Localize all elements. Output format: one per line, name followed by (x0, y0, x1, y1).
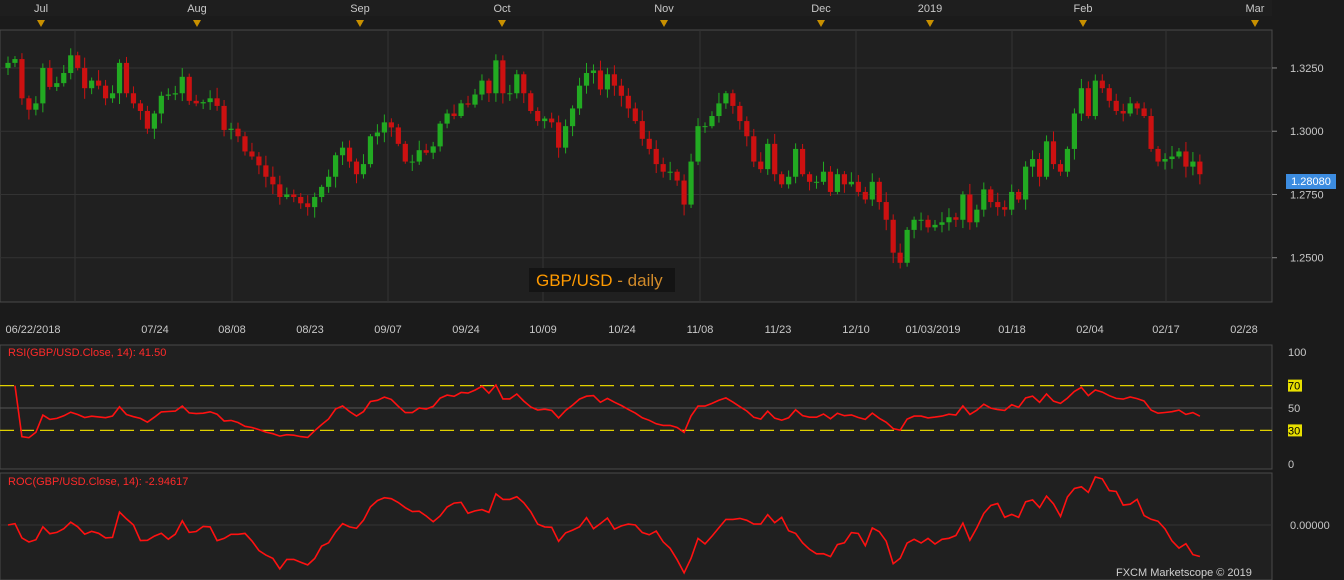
svg-text:GBP/USD - da: GBP/USD - daily (536, 271, 663, 290)
month-label: Feb (1074, 3, 1093, 15)
date-label: 11/08 (687, 324, 714, 336)
candle (1043, 135, 1050, 180)
month-label: Nov (654, 3, 674, 15)
month-label: 2019 (918, 3, 942, 15)
candle (402, 141, 408, 164)
candle (186, 73, 192, 105)
price-tick-label: 1.3000 (1290, 126, 1324, 138)
date-label: 02/04 (1076, 324, 1104, 336)
roc-panel[interactable]: ROC(GBP/USD.Close, 14): -2.94617 0.00000 (0, 472, 1330, 580)
date-label: 12/10 (842, 324, 870, 336)
roc-tick-zero: 0.00000 (1290, 520, 1330, 532)
candle (904, 227, 910, 267)
price-tick-label: 1.2500 (1290, 253, 1324, 265)
month-label: Aug (187, 3, 207, 15)
roc-label: ROC(GBP/USD.Close, 14): -2.94617 (8, 476, 188, 488)
candle (688, 153, 694, 208)
price-tick-label: 1.3250 (1290, 63, 1324, 75)
title-symbol: GBP/USD (536, 271, 613, 290)
rsi-panel-frame (0, 344, 1273, 470)
chart-title: GBP/USD - daily (529, 268, 675, 292)
title-dash: - (617, 271, 627, 290)
month-label: Dec (811, 3, 831, 15)
date-label: 09/24 (452, 324, 480, 336)
rsi-tick-label: 30 (1288, 425, 1300, 437)
rsi-panel[interactable]: RSI(GBP/USD.Close, 14): 41.50 100 70 50 30 0 (0, 344, 1306, 471)
rsi-label: RSI(GBP/USD.Close, 14): 41.50 (8, 347, 166, 359)
month-label: Mar (1246, 3, 1265, 15)
last-price-marker: 1.28080 (1286, 174, 1336, 189)
date-label: 06/22/2018 (5, 324, 60, 336)
watermark: FXCM Marketscope © 2019 (1116, 567, 1252, 579)
date-label: 11/23 (765, 324, 792, 336)
rsi-tick-label: 50 (1288, 403, 1300, 415)
candle (19, 53, 25, 105)
price-tick-label: 1.2750 (1290, 189, 1324, 201)
date-label: 08/23 (296, 324, 324, 336)
month-label: Sep (350, 3, 370, 15)
date-label: 09/07 (374, 324, 402, 336)
month-label: Jul (34, 3, 48, 15)
price-panel-frame (0, 29, 1273, 303)
price-panel[interactable]: 1.3250 1.3000 1.2750 1.2500 1.28080 GBP/USD… (0, 29, 1336, 303)
date-label: 08/08 (218, 324, 246, 336)
date-label: 02/28 (1230, 324, 1258, 336)
candle (528, 90, 534, 114)
month-label: Oct (493, 3, 510, 15)
date-label: 01/18 (998, 324, 1026, 336)
title-period: daily (628, 271, 663, 290)
date-label: 10/24 (608, 324, 636, 336)
date-label: 10/09 (529, 324, 557, 336)
rsi-tick-label: 70 (1288, 381, 1300, 393)
fxcm-chart[interactable]: Jul Aug Sep Oct Nov Dec 2019 Feb Mar 1.3250 1.300… (0, 0, 1344, 580)
date-label: 07/24 (141, 324, 169, 336)
candle (367, 134, 374, 168)
date-label: 02/17 (1152, 324, 1180, 336)
candle (1092, 74, 1098, 120)
candle (123, 56, 130, 98)
last-price-value: 1.28080 (1291, 176, 1331, 188)
rsi-tick-label: 0 (1288, 459, 1294, 471)
rsi-tick-label: 100 (1288, 347, 1306, 359)
date-label: 01/03/2019 (905, 324, 960, 336)
